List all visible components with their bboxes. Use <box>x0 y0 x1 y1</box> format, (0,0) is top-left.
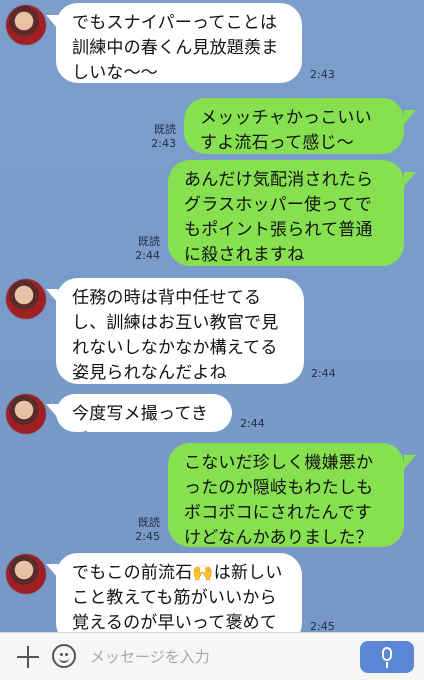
read-status: 既読 <box>154 123 176 136</box>
message-text: でもスナイパーってことは訓練中の春くん見放題羨ましいな〜〜 <box>72 13 279 83</box>
message-text: でもこの前流石🙌は新しいこと教えても筋がいいから覚えるのが早いって褒めてたよ <box>72 563 283 632</box>
emoji-icon[interactable] <box>52 644 76 668</box>
message-bubble-incoming[interactable]: 今度写メ撮ってきて <box>56 394 232 432</box>
plus-icon[interactable] <box>16 645 40 669</box>
bubble-tail-icon <box>404 110 416 124</box>
avatar[interactable] <box>6 394 46 434</box>
message-text: 今度写メ撮ってきて <box>72 404 209 432</box>
message-time: 2:45 <box>310 620 335 632</box>
message-text: こないだ珍しく機嫌悪かったのか隠岐もわたしもボコボコにされたんですけどなんかあり… <box>184 453 374 547</box>
chat-thread: でもスナイパーってことは訓練中の春くん見放題羨ましいな〜〜 2:43 メッッチャ… <box>0 0 424 632</box>
read-status: 既読 <box>138 235 160 248</box>
message-text: あんだけ気配消されたらグラスホッパー使ってでもポイント張られて普通に殺されますね <box>184 170 374 265</box>
avatar[interactable] <box>6 554 46 594</box>
message-input[interactable]: メッセージを入力 <box>90 641 350 673</box>
message-bubble-incoming[interactable]: でもこの前流石🙌は新しいこと教えても筋がいいから覚えるのが早いって褒めてたよ <box>56 553 302 632</box>
message-time: 2:44 <box>135 249 160 262</box>
message-bubble-outgoing[interactable]: あんだけ気配消されたらグラスホッパー使ってでもポイント張られて普通に殺されますね <box>168 160 404 266</box>
message-text: 任務の時は背中任せてるし、訓練はお互い教官で見れないしなかなか構えてる姿見られな… <box>72 288 279 383</box>
microphone-button[interactable] <box>360 641 414 673</box>
bubble-tail-icon <box>404 172 416 186</box>
message-time: 2:43 <box>151 137 176 150</box>
message-text: メッッチャかっこいいすよ流石って感じ〜 <box>200 108 372 153</box>
message-bubble-outgoing[interactable]: メッッチャかっこいいすよ流石って感じ〜 <box>184 98 404 154</box>
message-bubble-incoming[interactable]: でもスナイパーってことは訓練中の春くん見放題羨ましいな〜〜 <box>56 3 302 83</box>
message-time: 2:43 <box>310 68 335 81</box>
message-time: 2:44 <box>311 367 336 380</box>
read-status: 既読 <box>138 516 160 529</box>
emoji-mouth-icon <box>59 656 69 663</box>
avatar[interactable] <box>6 5 46 45</box>
bubble-tail-icon <box>404 455 416 469</box>
avatar[interactable] <box>6 279 46 319</box>
message-bubble-incoming[interactable]: 任務の時は背中任せてるし、訓練はお互い教官で見れないしなかなか構えてる姿見られな… <box>56 278 304 384</box>
microphone-icon <box>382 647 392 668</box>
message-bubble-outgoing[interactable]: こないだ珍しく機嫌悪かったのか隠岐もわたしもボコボコにされたんですけどなんかあり… <box>168 443 404 547</box>
message-time: 2:45 <box>135 530 160 543</box>
message-composer: メッセージを入力 <box>0 632 424 680</box>
message-time: 2:44 <box>240 417 265 430</box>
